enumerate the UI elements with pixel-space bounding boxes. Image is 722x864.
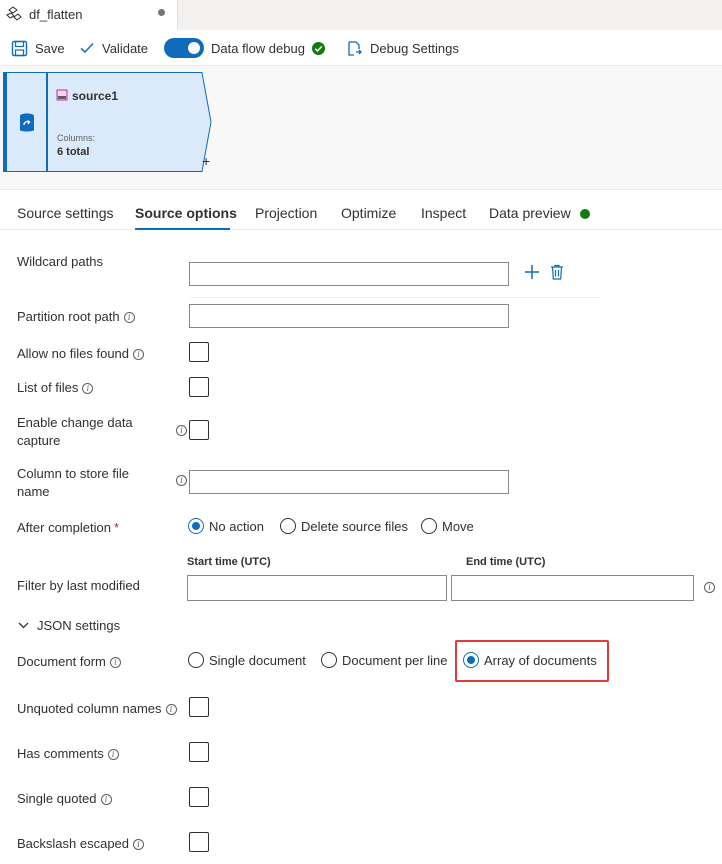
radio-button[interactable] <box>188 518 204 534</box>
start-time-label: Start time (UTC) <box>187 556 271 568</box>
tab-source-settings[interactable]: Source settings <box>17 205 114 221</box>
backslash-escaped-label: Backslash escaped i <box>17 835 145 853</box>
info-icon[interactable]: i <box>133 839 145 850</box>
filter-last-modified-label: Filter by last modified <box>17 578 140 593</box>
list-of-files-checkbox[interactable] <box>189 377 209 397</box>
end-time-label: End time (UTC) <box>466 556 546 568</box>
start-time-input[interactable] <box>187 575 447 601</box>
property-tabs: Source settings Source options Projectio… <box>0 190 722 230</box>
wildcard-paths-input[interactable] <box>189 262 509 286</box>
document-tab[interactable]: df_flatten <box>0 0 178 30</box>
save-label: Save <box>35 40 65 56</box>
data-flow-debug-toggle[interactable]: Data flow debug <box>164 30 325 66</box>
debug-settings-icon <box>348 40 362 56</box>
radio-button[interactable] <box>321 652 337 668</box>
info-icon[interactable]: i <box>176 425 187 436</box>
debug-settings-button[interactable]: Debug Settings <box>346 30 459 66</box>
source-node-columns-value: 6 total <box>57 146 90 158</box>
data-flow-icon <box>6 6 22 21</box>
unquoted-column-names-checkbox[interactable] <box>189 697 209 717</box>
unquoted-column-names-label: Unquoted column names i <box>17 700 177 718</box>
radio-move[interactable]: Move <box>421 518 474 534</box>
database-icon <box>20 113 34 132</box>
info-icon[interactable]: i <box>109 657 121 668</box>
delete-icon[interactable] <box>550 264 564 280</box>
radio-delete-source-files[interactable]: Delete source files <box>280 518 408 534</box>
chevron-down-icon <box>18 622 29 629</box>
tab-data-preview[interactable]: Data preview <box>489 205 571 221</box>
checkmark-icon <box>80 42 94 54</box>
wildcard-paths-label: Wildcard paths <box>17 254 103 269</box>
document-form-label: Document form i <box>17 653 121 671</box>
single-quoted-checkbox[interactable] <box>189 787 209 807</box>
tab-optimize[interactable]: Optimize <box>341 205 396 221</box>
info-icon[interactable]: i <box>176 475 187 486</box>
validate-label: Validate <box>102 40 149 56</box>
add-icon[interactable] <box>524 264 540 280</box>
radio-button[interactable] <box>280 518 296 534</box>
document-tab-title: df_flatten <box>29 7 83 22</box>
debug-toggle-switch[interactable] <box>164 38 204 58</box>
info-icon[interactable]: i <box>100 794 112 805</box>
status-ok-icon <box>311 41 325 55</box>
radio-button[interactable] <box>188 652 204 668</box>
data-preview-status-dot <box>580 209 590 219</box>
debug-label: Data flow debug <box>211 40 305 56</box>
radio-no-action[interactable]: No action <box>188 518 264 534</box>
info-icon[interactable]: i <box>704 582 715 593</box>
unsaved-indicator <box>158 9 165 16</box>
json-settings-label: JSON settings <box>37 618 121 633</box>
info-icon[interactable]: i <box>133 349 145 360</box>
active-tab-indicator <box>135 228 230 230</box>
validate-button[interactable]: Validate <box>79 30 148 66</box>
source-node-title: source1 <box>72 89 119 103</box>
radio-single-document[interactable]: Single document <box>188 652 306 668</box>
info-icon[interactable]: i <box>107 749 119 760</box>
allow-no-files-label: Allow no files found i <box>17 345 145 363</box>
enable-cdc-checkbox[interactable] <box>189 420 209 440</box>
source-node-columns-label: Columns: <box>57 133 96 143</box>
tab-inspect[interactable]: Inspect <box>421 205 466 221</box>
required-marker: * <box>113 520 119 535</box>
highlight-annotation <box>455 640 609 682</box>
info-icon[interactable]: i <box>165 704 177 715</box>
partition-root-path-input[interactable] <box>189 304 509 328</box>
enable-cdc-label: Enable change data capture <box>17 415 133 448</box>
tab-projection[interactable]: Projection <box>255 205 317 221</box>
save-icon <box>11 40 28 56</box>
debug-settings-label: Debug Settings <box>370 40 459 56</box>
after-completion-label: After completion * <box>17 520 119 535</box>
tab-source-options[interactable]: Source options <box>135 205 237 221</box>
column-store-input[interactable] <box>189 470 509 494</box>
allow-no-files-checkbox[interactable] <box>189 342 209 362</box>
save-button[interactable]: Save <box>11 30 65 66</box>
radio-button[interactable] <box>421 518 437 534</box>
single-quoted-label: Single quoted i <box>17 790 112 808</box>
wildcard-divider <box>190 297 600 298</box>
backslash-escaped-checkbox[interactable] <box>189 832 209 852</box>
radio-document-per-line[interactable]: Document per line <box>321 652 448 668</box>
info-icon[interactable]: i <box>82 383 94 394</box>
info-icon[interactable]: i <box>123 312 135 323</box>
json-settings-toggle[interactable]: JSON settings <box>18 618 120 633</box>
has-comments-checkbox[interactable] <box>189 742 209 762</box>
partition-root-path-label: Partition root path i <box>17 308 135 326</box>
end-time-input[interactable] <box>451 575 694 601</box>
add-transformation-button[interactable]: + <box>202 153 210 169</box>
document-tab-strip: df_flatten <box>0 0 722 30</box>
toolbar: Save Validate Data flow debug Debug Sett… <box>0 30 722 66</box>
list-of-files-label: List of files i <box>17 379 94 397</box>
source-type-icon <box>56 89 68 101</box>
column-store-label: Column to store file name <box>17 466 129 499</box>
has-comments-label: Has comments i <box>17 745 119 763</box>
